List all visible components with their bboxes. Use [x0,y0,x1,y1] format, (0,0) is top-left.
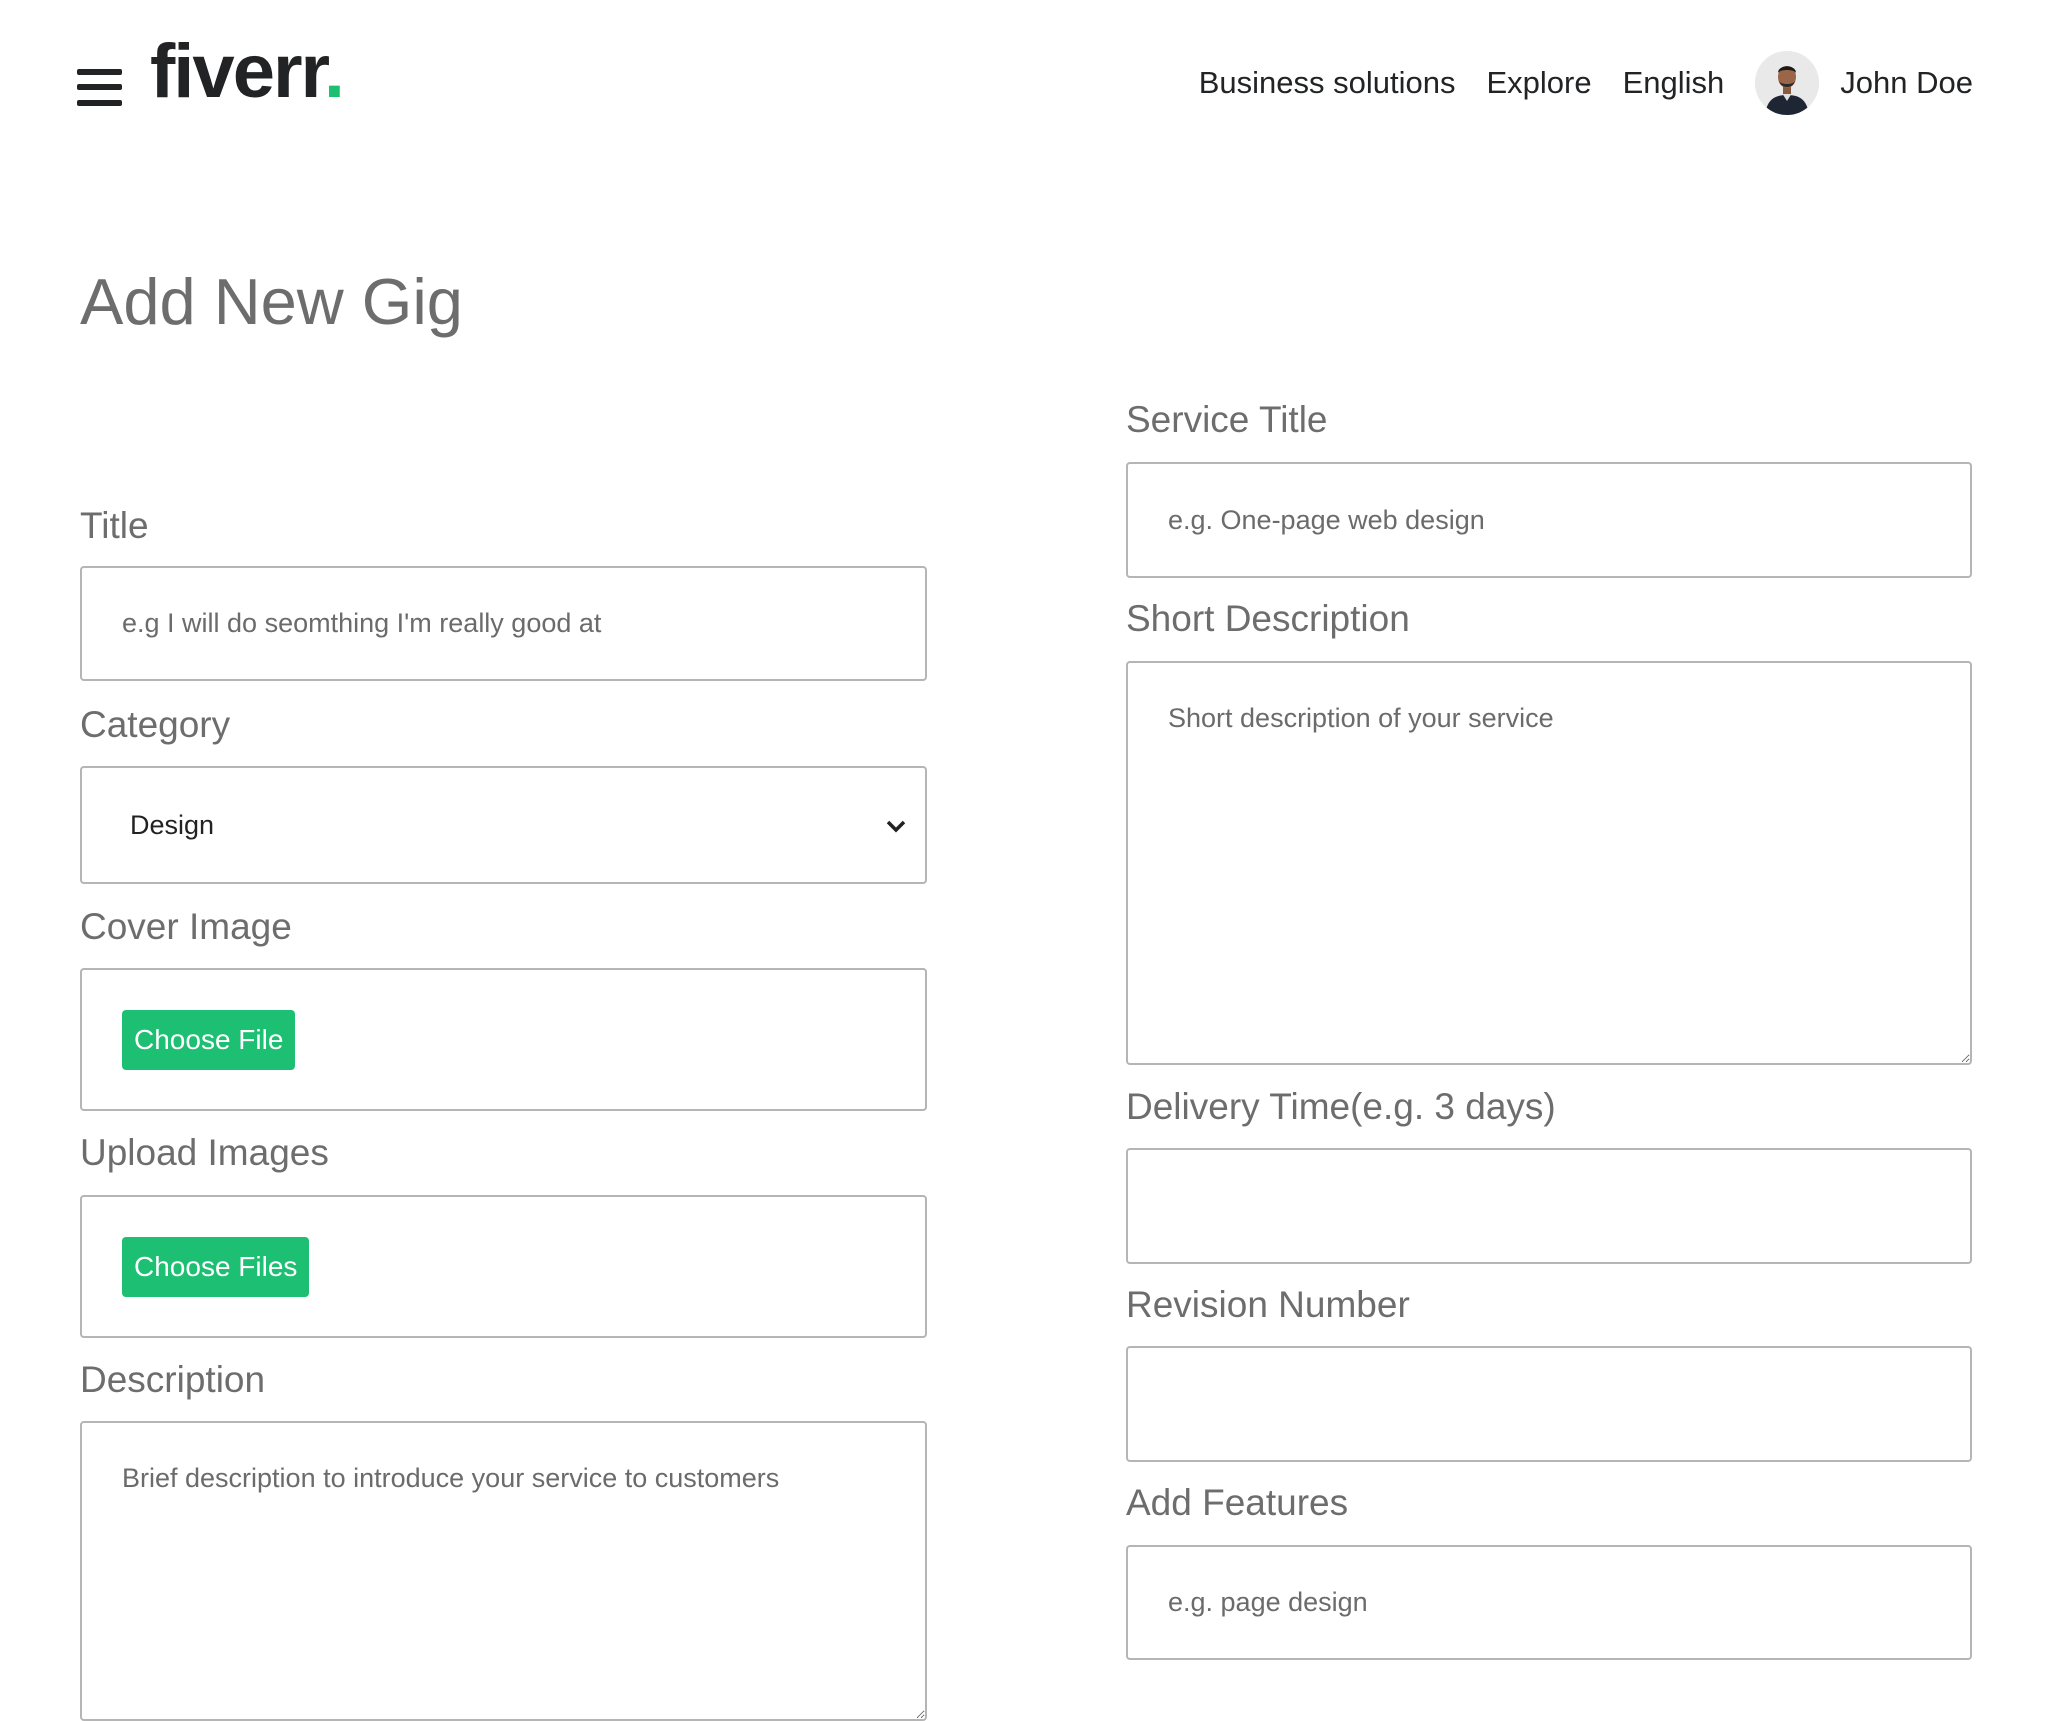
fiverr-logo[interactable]: fiverr. [150,34,345,110]
upload-images-label: Upload Images [80,1132,329,1173]
revision-number-input[interactable] [1126,1346,1972,1462]
navbar: fiverr. Business solutions Explore Engli… [0,0,2048,165]
nav-links: Business solutions Explore English John … [1199,48,1973,118]
nav-link-language[interactable]: English [1623,65,1725,101]
service-title-input[interactable] [1126,462,1972,578]
chevron-down-icon [886,820,906,833]
short-description-textarea[interactable] [1126,661,1972,1065]
category-selected-value: Design [130,809,215,840]
delivery-time-input[interactable] [1126,1148,1972,1264]
title-label: Title [80,505,149,546]
user-avatar-icon [1755,51,1820,115]
title-input[interactable] [80,566,927,681]
service-title-label: Service Title [1126,399,1328,440]
hamburger-menu-icon[interactable] [77,69,122,106]
description-textarea[interactable] [80,1421,927,1721]
add-features-input[interactable] [1126,1545,1972,1660]
upload-images-file-input: Choose Files [80,1195,927,1338]
category-select[interactable]: Design [80,766,927,884]
user-avatar[interactable] [1755,51,1820,115]
user-name[interactable]: John Doe [1840,65,1973,101]
revision-number-label: Revision Number [1126,1284,1410,1325]
cover-image-label: Cover Image [80,906,292,947]
delivery-time-label: Delivery Time(e.g. 3 days) [1126,1086,1556,1127]
choose-files-button[interactable]: Choose Files [122,1237,310,1297]
add-features-label: Add Features [1126,1482,1349,1523]
nav-link-business-solutions[interactable]: Business solutions [1199,65,1456,101]
nav-link-explore[interactable]: Explore [1486,65,1591,101]
page-title: Add New Gig [80,265,463,338]
choose-file-button[interactable]: Choose File [122,1010,296,1070]
category-label: Category [80,704,231,745]
cover-image-file-input: Choose File [80,968,927,1111]
short-description-label: Short Description [1126,598,1410,639]
description-label: Description [80,1359,266,1400]
